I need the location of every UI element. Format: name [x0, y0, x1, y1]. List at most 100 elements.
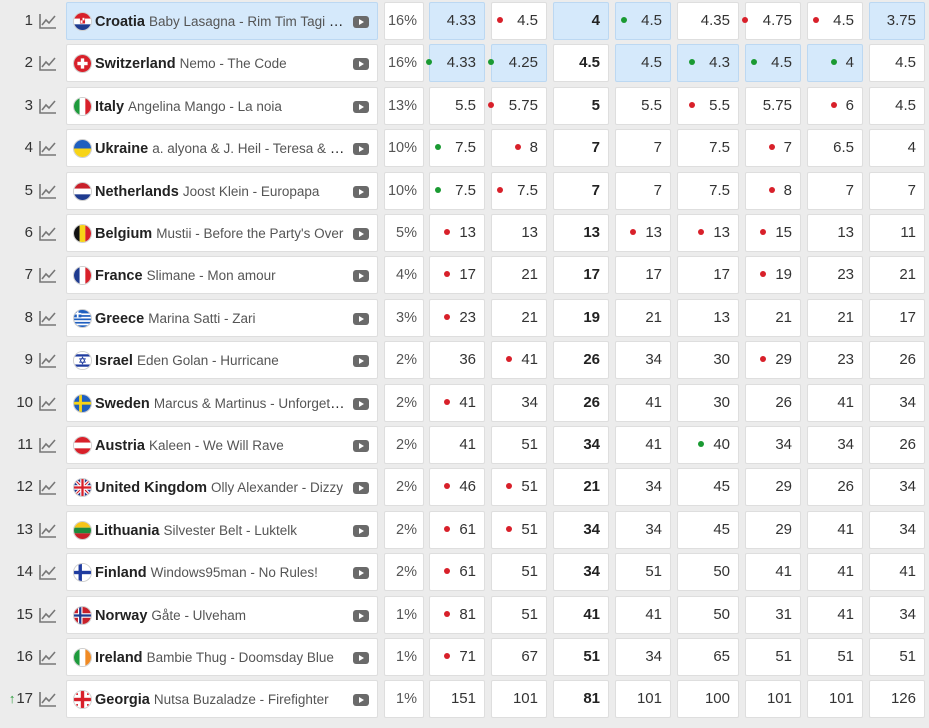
odds-cell[interactable]: 41	[745, 553, 801, 592]
odds-cell[interactable]: 13	[491, 214, 547, 252]
country-entry[interactable]: Belgium Mustii - Before the Party's Over	[66, 214, 378, 252]
country-entry[interactable]: Georgia Nutsa Buzaladze - Firefighter	[66, 680, 378, 719]
odds-cell[interactable]: 41	[869, 553, 925, 592]
odds-cell[interactable]: 34	[553, 426, 609, 464]
odds-cell[interactable]: 4	[807, 44, 863, 83]
odds-cell[interactable]: 101	[807, 680, 863, 719]
odds-cell[interactable]: 4.33	[426, 44, 485, 83]
odds-cell[interactable]: 11	[869, 214, 925, 252]
chart-trend-icon[interactable]	[38, 436, 58, 454]
odds-cell[interactable]: 41	[807, 383, 863, 422]
country-entry[interactable]: Netherlands Joost Klein - Europapa	[66, 171, 378, 210]
odds-cell[interactable]: 4.5	[491, 2, 547, 40]
odds-cell[interactable]: 4.33	[429, 2, 485, 40]
odds-cell[interactable]: 19	[553, 298, 609, 337]
country-entry[interactable]: Italy Angelina Mango - La noia	[66, 86, 378, 125]
chart-trend-icon[interactable]	[38, 563, 58, 581]
odds-cell[interactable]: 51	[745, 638, 801, 676]
chart-trend-icon[interactable]	[38, 521, 58, 539]
odds-cell[interactable]: 7.5	[429, 171, 485, 210]
odds-cell[interactable]: 7.5	[429, 129, 485, 168]
play-video-icon[interactable]	[353, 524, 369, 537]
odds-cell[interactable]: 34	[491, 383, 547, 422]
odds-cell[interactable]: 51	[807, 638, 863, 676]
odds-cell[interactable]: 4.5	[745, 44, 801, 83]
odds-cell[interactable]: 51	[491, 595, 547, 634]
odds-cell[interactable]: 41	[429, 426, 485, 464]
odds-cell[interactable]: 34	[615, 638, 671, 676]
odds-cell[interactable]: 7	[553, 129, 609, 168]
odds-cell[interactable]: 6	[807, 86, 863, 125]
odds-cell[interactable]: 34	[745, 426, 801, 464]
play-video-icon[interactable]	[353, 652, 369, 664]
country-entry[interactable]: Greece Marina Satti - Zari	[66, 298, 378, 337]
country-entry[interactable]: Croatia Baby Lasagna - Rim Tim Tagi Dim	[66, 2, 378, 40]
odds-cell[interactable]: 17	[553, 256, 609, 295]
odds-cell[interactable]: 17	[615, 256, 671, 295]
odds-cell[interactable]: 101	[491, 680, 547, 719]
odds-cell[interactable]: 7	[615, 129, 671, 168]
odds-cell[interactable]: 34	[553, 553, 609, 592]
odds-cell[interactable]: 5.75	[745, 86, 801, 125]
odds-cell[interactable]: 71	[429, 638, 485, 676]
odds-cell[interactable]: 34	[869, 595, 925, 634]
odds-cell[interactable]: 3.75	[869, 2, 925, 40]
odds-cell[interactable]: 34	[615, 510, 671, 549]
odds-cell[interactable]: 61	[429, 510, 485, 549]
odds-cell[interactable]: 41	[429, 383, 485, 422]
chart-trend-icon[interactable]	[38, 139, 58, 157]
odds-cell[interactable]: 8	[745, 171, 801, 210]
chart-trend-icon[interactable]	[38, 690, 58, 708]
country-entry[interactable]: Ukraine a. alyona & J. Heil - Teresa & M…	[66, 129, 378, 168]
chart-trend-icon[interactable]	[38, 12, 58, 30]
odds-cell[interactable]: 4.5	[869, 44, 925, 83]
odds-cell[interactable]: 7	[745, 129, 801, 168]
odds-cell[interactable]: 17	[677, 256, 739, 295]
odds-cell[interactable]: 23	[807, 256, 863, 295]
odds-cell[interactable]: 17	[429, 256, 485, 295]
play-video-icon[interactable]	[353, 58, 369, 71]
odds-cell[interactable]: 51	[553, 638, 609, 676]
odds-cell[interactable]: 8	[491, 129, 547, 168]
odds-cell[interactable]: 13	[807, 214, 863, 252]
odds-cell[interactable]: 7.5	[491, 171, 547, 210]
odds-cell[interactable]: 51	[491, 553, 547, 592]
odds-cell[interactable]: 26	[869, 341, 925, 380]
play-video-icon[interactable]	[353, 440, 369, 452]
play-video-icon[interactable]	[353, 312, 369, 325]
odds-cell[interactable]: 26	[869, 426, 925, 464]
odds-cell[interactable]: 5	[553, 86, 609, 125]
odds-cell[interactable]: 23	[807, 341, 863, 380]
country-entry[interactable]: Finland Windows95man - No Rules!	[66, 553, 378, 592]
odds-cell[interactable]: 21	[491, 298, 547, 337]
odds-cell[interactable]: 21	[615, 298, 671, 337]
odds-cell[interactable]: 5.5	[615, 86, 671, 125]
odds-cell[interactable]: 51	[491, 426, 547, 464]
odds-cell[interactable]: 7	[869, 171, 925, 210]
odds-cell[interactable]: 7	[807, 171, 863, 210]
odds-cell[interactable]: 4.5	[615, 44, 671, 83]
odds-cell[interactable]: 126	[869, 680, 925, 719]
odds-cell[interactable]: 30	[677, 341, 739, 380]
odds-cell[interactable]: 21	[553, 468, 609, 507]
country-entry[interactable]: Austria Kaleen - We Will Rave	[66, 426, 378, 464]
odds-cell[interactable]: 19	[745, 256, 801, 295]
odds-cell[interactable]: 50	[677, 553, 739, 592]
odds-cell[interactable]: 45	[677, 468, 739, 507]
odds-cell[interactable]: 4.3	[677, 44, 739, 83]
odds-cell[interactable]: 4.5	[869, 86, 925, 125]
play-video-icon[interactable]	[353, 143, 369, 156]
odds-cell[interactable]: 13	[553, 214, 609, 252]
odds-cell[interactable]: 21	[869, 256, 925, 295]
play-video-icon[interactable]	[353, 694, 369, 707]
odds-cell[interactable]: 50	[677, 595, 739, 634]
play-video-icon[interactable]	[353, 482, 369, 495]
play-video-icon[interactable]	[353, 185, 369, 198]
odds-cell[interactable]: 41	[553, 595, 609, 634]
odds-cell[interactable]: 13	[429, 214, 485, 252]
odds-cell[interactable]: 7	[615, 171, 671, 210]
country-entry[interactable]: Israel Eden Golan - Hurricane	[66, 341, 378, 380]
odds-cell[interactable]: 46	[429, 468, 485, 507]
odds-cell[interactable]: 30	[677, 383, 739, 422]
chart-trend-icon[interactable]	[38, 97, 58, 115]
